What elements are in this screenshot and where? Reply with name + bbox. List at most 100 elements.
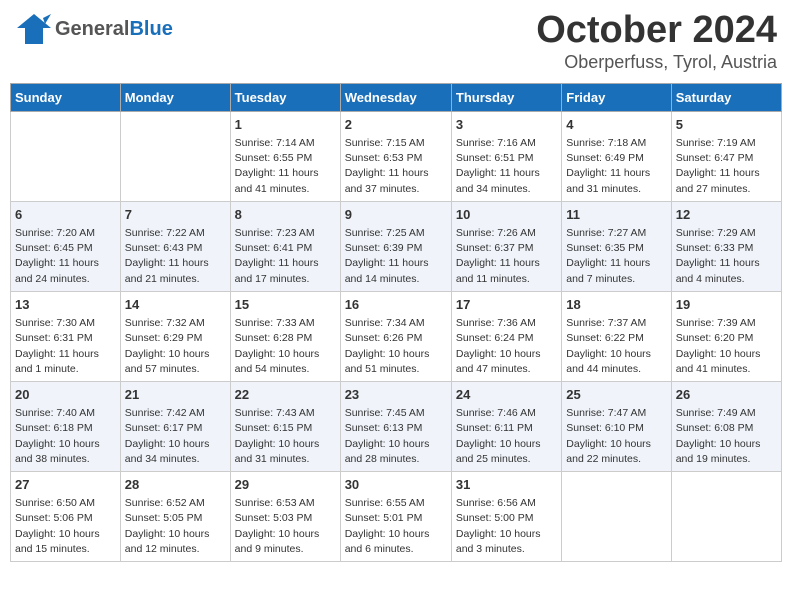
calendar-cell: 8Sunrise: 7:23 AMSunset: 6:41 PMDaylight… [230,201,340,291]
day-info: Sunrise: 7:26 AMSunset: 6:37 PMDaylight:… [456,226,557,287]
day-info: Sunrise: 7:45 AMSunset: 6:13 PMDaylight:… [345,406,447,467]
day-info: Sunrise: 6:53 AMSunset: 5:03 PMDaylight:… [235,496,336,557]
calendar-cell [120,111,230,201]
calendar-cell: 11 Sunrise: 7:27 AMSunset: 6:35 PMDayligh… [562,201,671,291]
day-number: 28 [125,476,226,494]
day-header-sunday: Sunday [11,83,121,111]
day-header-tuesday: Tuesday [230,83,340,111]
calendar-cell: 25Sunrise: 7:47 AMSunset: 6:10 PMDayligh… [562,381,671,471]
day-info: Sunrise: 7:40 AMSunset: 6:18 PMDaylight:… [15,406,116,467]
day-info: Sunrise: 7:18 AMSunset: 6:49 PMDaylight:… [566,136,666,197]
day-info: Sunrise: 7:36 AMSunset: 6:24 PMDaylight:… [456,316,557,377]
calendar-cell: 13 Sunrise: 7:30 AMSunset: 6:31 PMDayligh… [11,291,121,381]
day-info: Sunrise: 7:34 AMSunset: 6:26 PMDaylight:… [345,316,447,377]
day-number: 31 [456,476,557,494]
calendar-cell: 3 Sunrise: 7:16 AMSunset: 6:51 PMDaylight… [451,111,561,201]
calendar-header-row: SundayMondayTuesdayWednesdayThursdayFrid… [11,83,782,111]
day-info: Sunrise: 7:22 AMSunset: 6:43 PMDaylight:… [125,226,226,287]
day-number: 5 [676,116,777,134]
day-info: Sunrise: 7:14 AMSunset: 6:55 PMDaylight:… [235,136,336,197]
day-header-friday: Friday [562,83,671,111]
day-info: Sunrise: 7:30 AMSunset: 6:31 PMDaylight:… [15,316,116,377]
day-info: Sunrise: 7:20 AMSunset: 6:45 PMDaylight:… [15,226,116,287]
calendar-week-row: 6 Sunrise: 7:20 AMSunset: 6:45 PMDaylight… [11,201,782,291]
day-info: Sunrise: 7:19 AMSunset: 6:47 PMDaylight:… [676,136,777,197]
day-header-monday: Monday [120,83,230,111]
calendar-cell: 26 Sunrise: 7:49 AMSunset: 6:08 PMDayligh… [671,381,781,471]
day-info: Sunrise: 7:16 AMSunset: 6:51 PMDaylight:… [456,136,557,197]
day-header-saturday: Saturday [671,83,781,111]
calendar-week-row: 1 Sunrise: 7:14 AMSunset: 6:55 PMDaylight… [11,111,782,201]
day-number: 9 [345,206,447,224]
calendar-cell [562,472,671,562]
calendar-cell: 29Sunrise: 6:53 AMSunset: 5:03 PMDayligh… [230,472,340,562]
logo-general-text: General [55,18,129,41]
calendar-cell: 2Sunrise: 7:15 AMSunset: 6:53 PMDaylight… [340,111,451,201]
day-info: Sunrise: 7:47 AMSunset: 6:10 PMDaylight:… [566,406,666,467]
day-number: 23 [345,386,447,404]
month-title: October 2024 [536,10,777,52]
day-number: 22 [235,386,336,404]
calendar-week-row: 27 Sunrise: 6:50 AMSunset: 5:06 PMDayligh… [11,472,782,562]
day-info: Sunrise: 7:33 AMSunset: 6:28 PMDaylight:… [235,316,336,377]
day-info: Sunrise: 7:43 AMSunset: 6:15 PMDaylight:… [235,406,336,467]
day-info: Sunrise: 7:42 AMSunset: 6:17 PMDaylight:… [125,406,226,467]
logo-blue-text: Blue [129,18,172,41]
calendar-cell: 10 Sunrise: 7:26 AMSunset: 6:37 PMDayligh… [451,201,561,291]
day-info: Sunrise: 7:39 AMSunset: 6:20 PMDaylight:… [676,316,777,377]
day-info: Sunrise: 6:55 AMSunset: 5:01 PMDaylight:… [345,496,447,557]
day-header-wednesday: Wednesday [340,83,451,111]
day-number: 21 [125,386,226,404]
page-header: GeneralBlue October 2024 Oberperfuss, Ty… [10,10,782,73]
day-number: 27 [15,476,116,494]
day-info: Sunrise: 7:37 AMSunset: 6:22 PMDaylight:… [566,316,666,377]
day-number: 7 [125,206,226,224]
day-number: 16 [345,296,447,314]
logo: GeneralBlue [15,10,173,48]
day-number: 10 [456,206,557,224]
calendar-cell: 15 Sunrise: 7:33 AMSunset: 6:28 PMDayligh… [230,291,340,381]
calendar-cell: 5 Sunrise: 7:19 AMSunset: 6:47 PMDaylight… [671,111,781,201]
calendar-cell: 21 Sunrise: 7:42 AMSunset: 6:17 PMDayligh… [120,381,230,471]
calendar-cell: 31Sunrise: 6:56 AMSunset: 5:00 PMDayligh… [451,472,561,562]
day-info: Sunrise: 6:50 AMSunset: 5:06 PMDaylight:… [15,496,116,557]
day-info: Sunrise: 7:27 AMSunset: 6:35 PMDaylight:… [566,226,666,287]
day-number: 24 [456,386,557,404]
day-number: 4 [566,116,666,134]
calendar-cell [11,111,121,201]
day-number: 8 [235,206,336,224]
calendar-cell: 14 Sunrise: 7:32 AMSunset: 6:29 PMDayligh… [120,291,230,381]
calendar-cell: 17 Sunrise: 7:36 AMSunset: 6:24 PMDayligh… [451,291,561,381]
calendar-cell: 12 Sunrise: 7:29 AMSunset: 6:33 PMDayligh… [671,201,781,291]
day-number: 3 [456,116,557,134]
day-number: 14 [125,296,226,314]
day-info: Sunrise: 7:25 AMSunset: 6:39 PMDaylight:… [345,226,447,287]
calendar-cell: 6 Sunrise: 7:20 AMSunset: 6:45 PMDaylight… [11,201,121,291]
calendar-cell: 20Sunrise: 7:40 AMSunset: 6:18 PMDayligh… [11,381,121,471]
day-number: 6 [15,206,116,224]
day-number: 11 [566,206,666,224]
calendar-title-block: October 2024 Oberperfuss, Tyrol, Austria [536,10,777,73]
day-header-thursday: Thursday [451,83,561,111]
day-number: 13 [15,296,116,314]
day-info: Sunrise: 7:15 AMSunset: 6:53 PMDaylight:… [345,136,447,197]
calendar-cell: 28Sunrise: 6:52 AMSunset: 5:05 PMDayligh… [120,472,230,562]
day-number: 1 [235,116,336,134]
calendar-cell: 9 Sunrise: 7:25 AMSunset: 6:39 PMDaylight… [340,201,451,291]
day-info: Sunrise: 7:32 AMSunset: 6:29 PMDaylight:… [125,316,226,377]
day-number: 26 [676,386,777,404]
calendar-cell: 27 Sunrise: 6:50 AMSunset: 5:06 PMDayligh… [11,472,121,562]
day-number: 19 [676,296,777,314]
calendar-week-row: 20Sunrise: 7:40 AMSunset: 6:18 PMDayligh… [11,381,782,471]
calendar-cell: 1 Sunrise: 7:14 AMSunset: 6:55 PMDaylight… [230,111,340,201]
calendar-cell: 19 Sunrise: 7:39 AMSunset: 6:20 PMDayligh… [671,291,781,381]
day-number: 15 [235,296,336,314]
day-info: Sunrise: 7:49 AMSunset: 6:08 PMDaylight:… [676,406,777,467]
day-info: Sunrise: 7:29 AMSunset: 6:33 PMDaylight:… [676,226,777,287]
calendar-cell: 18Sunrise: 7:37 AMSunset: 6:22 PMDayligh… [562,291,671,381]
day-number: 12 [676,206,777,224]
location-title: Oberperfuss, Tyrol, Austria [536,52,777,73]
day-number: 17 [456,296,557,314]
calendar-cell: 30Sunrise: 6:55 AMSunset: 5:01 PMDayligh… [340,472,451,562]
calendar-cell [671,472,781,562]
